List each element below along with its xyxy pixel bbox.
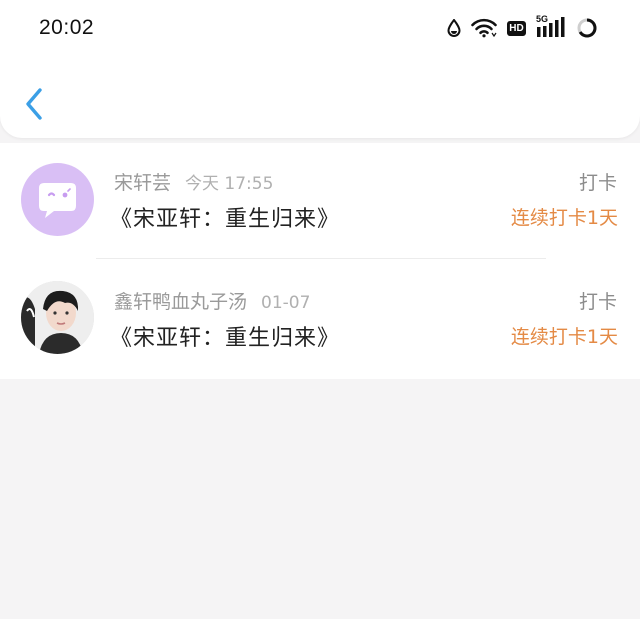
streak-label: 连续打卡1天: [510, 326, 618, 348]
user-line: 宋轩芸 今天 17:55: [114, 168, 273, 195]
checkin-label: 打卡: [578, 291, 617, 313]
chat-bubble-icon: [39, 183, 76, 218]
user-name: 宋轩芸: [114, 172, 172, 194]
chevron-left-icon: [26, 88, 42, 120]
drop-icon: [447, 19, 461, 37]
user-line: 鑫轩鸭血丸子汤 01-07: [114, 287, 310, 314]
checkin-label: 打卡: [578, 172, 617, 194]
avatar: [21, 281, 94, 354]
user-name: 鑫轩鸭血丸子汤: [114, 291, 248, 313]
post-time: 今天 17:55: [185, 174, 274, 194]
streak-label: 连续打卡1天: [510, 207, 618, 229]
status-time: 20:02: [39, 16, 95, 39]
list-item[interactable]: 宋轩芸 今天 17:55 《宋亚轩：重生归来》 打卡 连续打卡1天: [0, 143, 640, 261]
wifi-icon: [471, 18, 497, 38]
checkin-list: 宋轩芸 今天 17:55 《宋亚轩：重生归来》 打卡 连续打卡1天 鑫轩鸭血丸子汤…: [0, 143, 640, 379]
top-bar: 20:02 HD 5G: [0, 0, 640, 138]
list-item[interactable]: 鑫轩鸭血丸子汤 01-07 《宋亚轩：重生归来》 打卡 连续打卡1天: [0, 261, 640, 379]
book-title: 《宋亚轩：重生归来》: [110, 207, 341, 232]
back-button[interactable]: [18, 84, 52, 124]
book-title: 《宋亚轩：重生归来》: [110, 326, 341, 351]
battery-ring-icon: [576, 17, 598, 39]
status-icons: HD 5G: [447, 14, 598, 42]
post-time: 01-07: [261, 293, 311, 313]
avatar: [21, 163, 94, 236]
divider: [96, 258, 546, 259]
user-photo-icon: [21, 281, 94, 354]
hd-icon: HD: [507, 20, 526, 36]
signal-5g-icon: 5G: [536, 14, 566, 39]
